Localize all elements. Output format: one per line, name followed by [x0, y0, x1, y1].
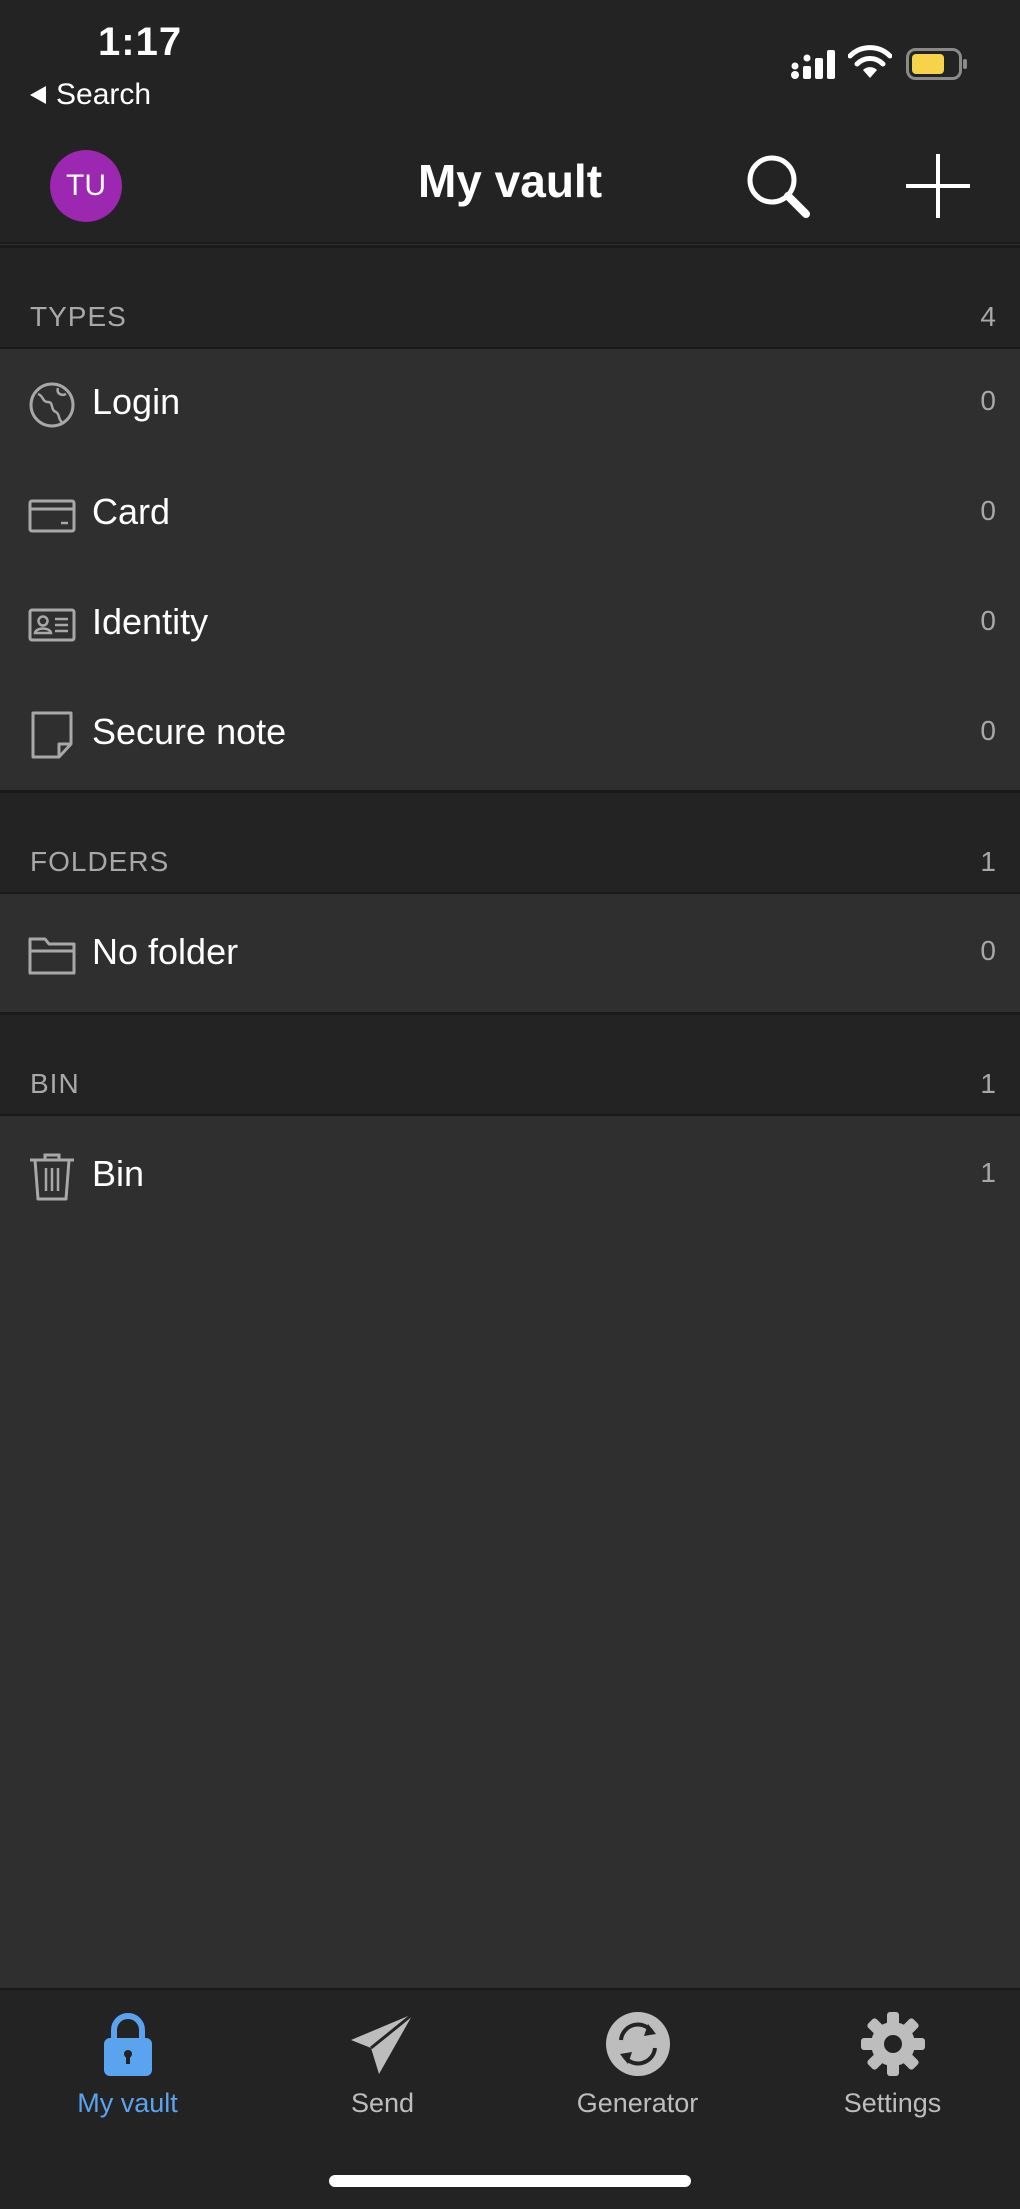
back-to-search-link[interactable]: Search [30, 78, 151, 112]
globe-icon [29, 382, 75, 428]
item-label: Secure note [92, 711, 287, 752]
item-label: Identity [92, 601, 209, 642]
item-count: 0 [980, 385, 996, 416]
item-count: 1 [980, 1157, 996, 1188]
list-item-card[interactable]: Card 0 [0, 460, 1020, 570]
section-title: FOLDERS [30, 846, 170, 877]
item-label: Card [92, 491, 171, 532]
back-to-search-label: Search [56, 78, 152, 111]
tab-label: Send [350, 2088, 415, 2118]
list-item-bin[interactable]: Bin 1 [0, 1122, 1020, 1232]
back-arrow-icon [30, 86, 46, 104]
item-label: No folder [92, 931, 239, 972]
section-count: 1 [980, 846, 996, 877]
home-indicator[interactable] [329, 2175, 691, 2187]
folder-icon [28, 937, 76, 975]
wifi-icon [848, 45, 892, 78]
list-item-identity[interactable]: Identity 0 [0, 570, 1020, 680]
refresh-icon [605, 2012, 670, 2076]
status-bar: 1:17 Search [0, 0, 1020, 130]
trash-icon [30, 1153, 74, 1201]
list-item-secure-note[interactable]: Secure note 0 [0, 680, 1020, 790]
section-header-types: TYPES 4 [0, 245, 1020, 349]
navigation-bar: TU My vault [0, 130, 1020, 244]
paper-plane-icon [350, 2012, 414, 2074]
tab-label: Generator [576, 2088, 699, 2118]
page-title: My vault [417, 155, 603, 207]
section-title: BIN [30, 1068, 80, 1099]
tab-send[interactable]: Send [255, 2010, 510, 2130]
section-header-folders: FOLDERS 1 [0, 790, 1020, 894]
gear-icon [860, 2012, 925, 2076]
search-icon[interactable] [740, 148, 816, 224]
item-count: 0 [980, 715, 996, 746]
note-icon [31, 711, 73, 759]
tab-label: Settings [843, 2088, 942, 2118]
tab-generator[interactable]: Generator [510, 2010, 765, 2130]
list-item-no-folder[interactable]: No folder 0 [0, 900, 1020, 1010]
item-count: 0 [980, 605, 996, 636]
lock-icon [103, 2013, 152, 2076]
status-time: 1:17 [98, 20, 183, 64]
tab-settings[interactable]: Settings [765, 2010, 1020, 2130]
credit-card-icon [28, 499, 76, 533]
tab-label: My vault [77, 2088, 178, 2118]
item-count: 0 [980, 495, 996, 526]
section-count: 1 [980, 1068, 996, 1099]
item-label: Login [92, 381, 181, 422]
tab-my-vault[interactable]: My vault [0, 2010, 255, 2130]
id-card-icon [28, 608, 76, 642]
battery-icon [906, 48, 967, 80]
cellular-signal-icon [791, 50, 835, 79]
section-title: TYPES [30, 301, 127, 332]
add-icon[interactable] [900, 148, 976, 224]
section-count: 4 [980, 301, 996, 332]
section-header-bin: BIN 1 [0, 1012, 1020, 1116]
item-count: 0 [980, 935, 996, 966]
item-label: Bin [92, 1153, 145, 1194]
list-item-login[interactable]: Login 0 [0, 350, 1020, 460]
